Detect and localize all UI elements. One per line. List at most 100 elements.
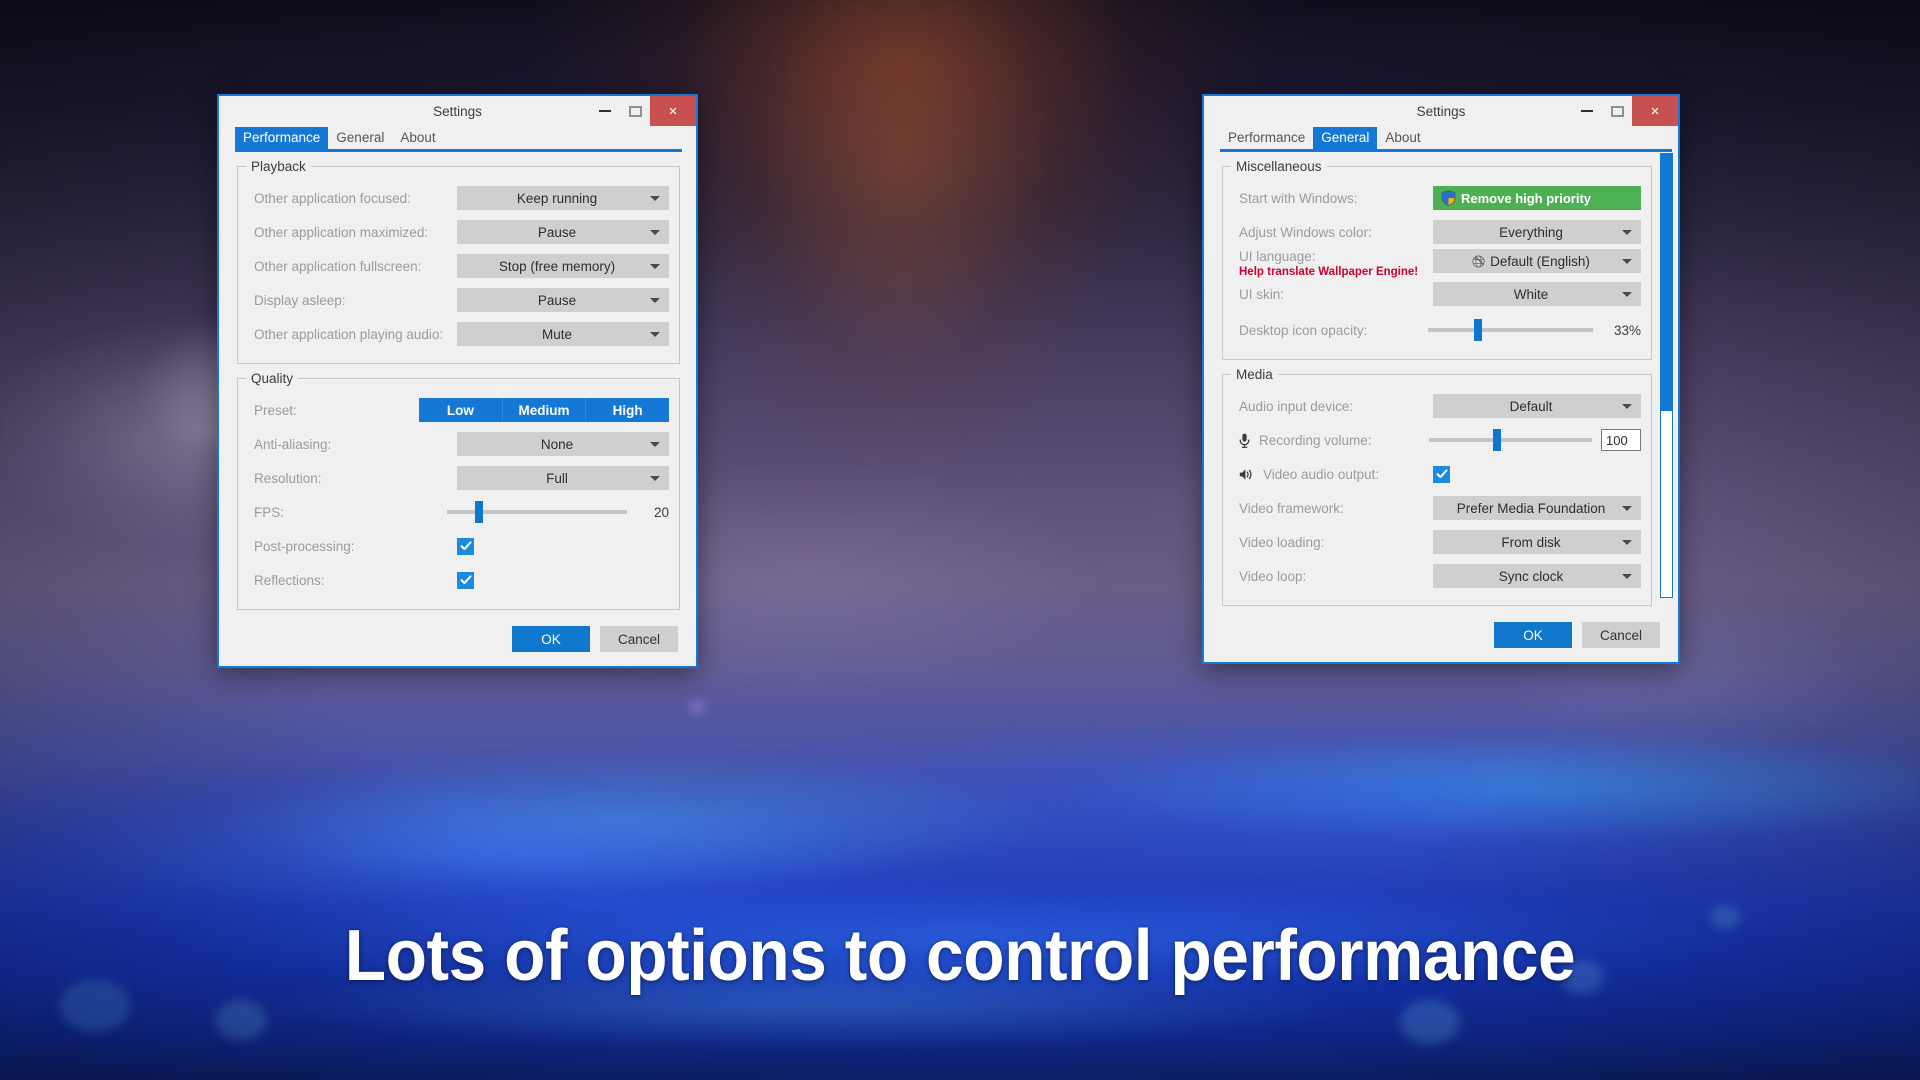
close-icon: × — [668, 102, 678, 120]
combo-ui-skin[interactable]: White — [1433, 282, 1641, 306]
row-adjust-windows-color: Adjust Windows color: Everything — [1233, 215, 1641, 249]
combo-other-application-playing-audio[interactable]: Mute — [457, 322, 669, 346]
right-titlebar[interactable]: Settings × — [1204, 96, 1678, 126]
ok-button[interactable]: OK — [512, 626, 590, 652]
slider-fps[interactable] — [447, 500, 627, 524]
label-video-loop: Video loop: — [1239, 568, 1307, 584]
chevron-down-icon — [1622, 230, 1632, 235]
combo-video-loop[interactable]: Sync clock — [1433, 564, 1641, 588]
slider-thumb[interactable] — [1493, 429, 1502, 451]
checkbox-reflections[interactable] — [457, 571, 474, 589]
minimize-button[interactable] — [590, 96, 620, 126]
cancel-button[interactable]: Cancel — [600, 626, 678, 652]
maximize-button[interactable] — [620, 96, 650, 126]
preset-high[interactable]: High — [586, 398, 669, 422]
combo-anti-aliasing[interactable]: None — [457, 432, 669, 456]
right-window-controls[interactable]: × — [1572, 96, 1678, 126]
close-button[interactable]: × — [1632, 96, 1678, 126]
label-preset: Preset: — [254, 402, 297, 418]
row-video-loop: Video loop: Sync clock — [1233, 559, 1641, 593]
recording-volume-value: 100 — [1606, 432, 1628, 448]
cancel-button[interactable]: Cancel — [1582, 622, 1660, 648]
combo-video-framework[interactable]: Prefer Media Foundation — [1433, 496, 1641, 520]
combo-other-application-fullscreen[interactable]: Stop (free memory) — [457, 254, 669, 278]
row-ui-language: UI language: Help translate Wallpaper En… — [1233, 249, 1641, 278]
combo-other-application-focused[interactable]: Keep running — [457, 186, 669, 210]
combo-resolution[interactable]: Full — [457, 466, 669, 490]
combo-ui-language[interactable]: Default (English) — [1433, 249, 1641, 273]
ok-button[interactable]: OK — [1494, 622, 1572, 648]
microphone-icon — [1239, 433, 1250, 448]
left-window-title: Settings — [433, 103, 482, 119]
help-translate-link[interactable]: Help translate Wallpaper Engine! — [1239, 265, 1418, 279]
chevron-down-icon — [1622, 404, 1632, 409]
combo-value: Everything — [1499, 224, 1563, 240]
maximize-button[interactable] — [1602, 96, 1632, 126]
vertical-scrollbar[interactable] — [1660, 153, 1673, 598]
left-window-controls[interactable]: × — [590, 96, 696, 126]
tab-general[interactable]: General — [328, 127, 392, 149]
slider-track — [1428, 328, 1593, 332]
combo-other-application-maximized[interactable]: Pause — [457, 220, 669, 244]
checkbox-video-audio-output[interactable] — [1433, 465, 1450, 483]
segmented-preset[interactable]: Low Medium High — [419, 398, 669, 422]
slider-recording-volume[interactable] — [1429, 428, 1592, 452]
row-audio-input-device: Audio input device: Default — [1233, 389, 1641, 423]
row-reflections: Reflections: — [248, 563, 669, 597]
green-button-label: Remove high priority — [1461, 190, 1592, 206]
chevron-down-icon — [650, 332, 660, 337]
chevron-down-icon — [650, 230, 660, 235]
tab-general[interactable]: General — [1313, 127, 1378, 149]
combo-video-loading[interactable]: From disk — [1433, 530, 1641, 554]
combo-value: Sync clock — [1498, 568, 1564, 584]
combo-adjust-windows-color[interactable]: Everything — [1433, 220, 1641, 244]
combo-audio-input-device[interactable]: Default — [1433, 394, 1641, 418]
label-desktop-icon-opacity: Desktop icon opacity: — [1239, 322, 1368, 338]
scrollbar-thumb[interactable] — [1661, 154, 1672, 411]
label-anti-aliasing: Anti-aliasing: — [254, 436, 332, 452]
row-post-processing: Post-processing: — [248, 529, 669, 563]
label-other-application-playing-audio: Other application playing audio: — [254, 326, 444, 342]
settings-window-performance[interactable]: Settings × Performance General About Pla… — [217, 94, 698, 668]
group-miscellaneous: Miscellaneous Start with Windows: Remove… — [1222, 159, 1652, 360]
chevron-down-icon — [1622, 574, 1632, 579]
settings-window-general[interactable]: Settings × Performance General About Mis… — [1202, 94, 1680, 664]
minimize-button[interactable] — [1572, 96, 1602, 126]
chevron-down-icon — [650, 476, 660, 481]
slider-thumb[interactable] — [1473, 319, 1482, 341]
group-media-legend: Media — [1231, 367, 1278, 382]
row-recording-volume: Recording volume: 100 — [1233, 423, 1641, 457]
preset-medium[interactable]: Medium — [503, 398, 587, 422]
checkbox-post-processing[interactable] — [457, 537, 474, 555]
right-tabbar[interactable]: Performance General About — [1204, 126, 1678, 149]
slider-track — [447, 510, 627, 514]
recording-volume-input[interactable]: 100 — [1601, 429, 1641, 451]
combo-value: None — [540, 436, 574, 452]
left-tabbar[interactable]: Performance General About — [219, 126, 696, 149]
label-video-audio-output: Video audio output: — [1263, 466, 1380, 482]
tab-performance[interactable]: Performance — [235, 127, 329, 149]
chevron-down-icon — [650, 264, 660, 269]
tab-about[interactable]: About — [392, 127, 443, 149]
group-quality: Quality Preset: Low Medium High Anti-ali… — [237, 371, 680, 610]
row-display-asleep: Display asleep: Pause — [248, 283, 669, 317]
row-other-application-playing-audio: Other application playing audio: Mute — [248, 317, 669, 351]
label-start-with-windows: Start with Windows: — [1239, 190, 1358, 206]
label-ui-skin: UI skin: — [1239, 286, 1285, 302]
minimize-icon — [1581, 110, 1593, 112]
slider-desktop-icon-opacity[interactable] — [1428, 318, 1593, 342]
combo-value: Keep running — [516, 190, 598, 206]
remove-high-priority-button[interactable]: Remove high priority — [1433, 186, 1641, 210]
right-window-title: Settings — [1416, 103, 1466, 119]
preset-low[interactable]: Low — [419, 398, 503, 422]
left-titlebar[interactable]: Settings × — [219, 96, 696, 126]
group-playback-legend: Playback — [246, 159, 311, 174]
tab-about[interactable]: About — [1377, 127, 1428, 149]
combo-value: Pause — [537, 224, 577, 240]
combo-display-asleep[interactable]: Pause — [457, 288, 669, 312]
tab-performance[interactable]: Performance — [1220, 127, 1313, 149]
desktop-icon-opacity-value: 33% — [1613, 322, 1641, 338]
check-icon — [1436, 469, 1447, 479]
close-button[interactable]: × — [650, 96, 696, 126]
slider-thumb[interactable] — [475, 501, 484, 523]
